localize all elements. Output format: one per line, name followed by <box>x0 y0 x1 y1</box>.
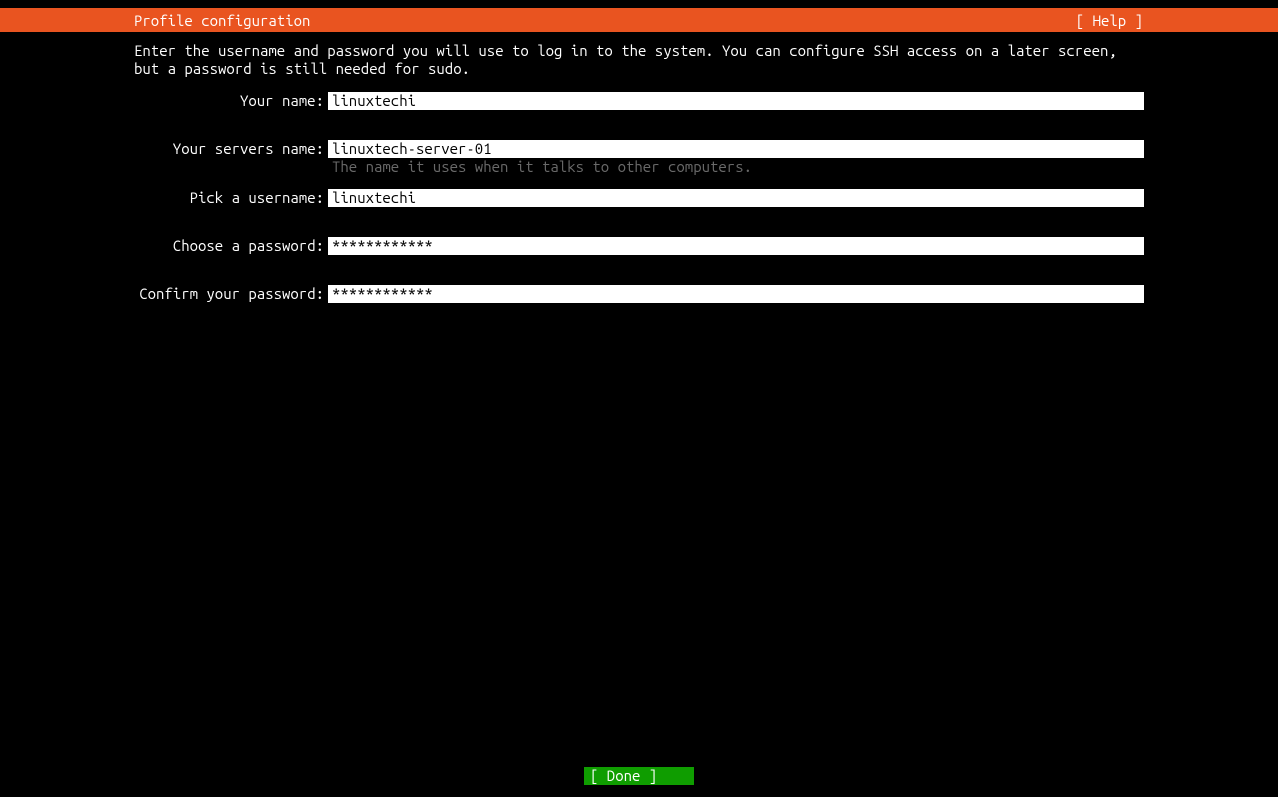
server-name-label: Your servers name: <box>134 140 324 157</box>
form-row-password: Choose a password: <box>134 237 1144 255</box>
confirm-password-label: Confirm your password: <box>134 285 324 302</box>
form-row-server-name: Your servers name: The name it uses when… <box>134 140 1144 175</box>
help-button[interactable]: [ Help ] <box>1076 12 1278 29</box>
your-name-input[interactable] <box>328 92 1144 110</box>
done-button[interactable]: [ Done ] <box>584 767 694 785</box>
server-name-input[interactable] <box>328 140 1144 158</box>
password-input[interactable] <box>328 237 1144 255</box>
your-name-label: Your name: <box>134 92 324 109</box>
confirm-password-input[interactable] <box>328 285 1144 303</box>
page-title: Profile configuration <box>0 12 310 29</box>
description-text: Enter the username and password you will… <box>134 42 1144 78</box>
content-area: Enter the username and password you will… <box>0 32 1278 303</box>
username-input[interactable] <box>328 189 1144 207</box>
form-row-username: Pick a username: <box>134 189 1144 207</box>
top-blank-bar <box>0 0 1278 8</box>
form-row-confirm-password: Confirm your password: <box>134 285 1144 303</box>
footer-bar: [ Done ] <box>0 767 1278 785</box>
form-row-your-name: Your name: <box>134 92 1144 110</box>
header-bar: Profile configuration [ Help ] <box>0 8 1278 32</box>
username-label: Pick a username: <box>134 189 324 206</box>
password-label: Choose a password: <box>134 237 324 254</box>
server-name-hint: The name it uses when it talks to other … <box>328 158 1144 175</box>
